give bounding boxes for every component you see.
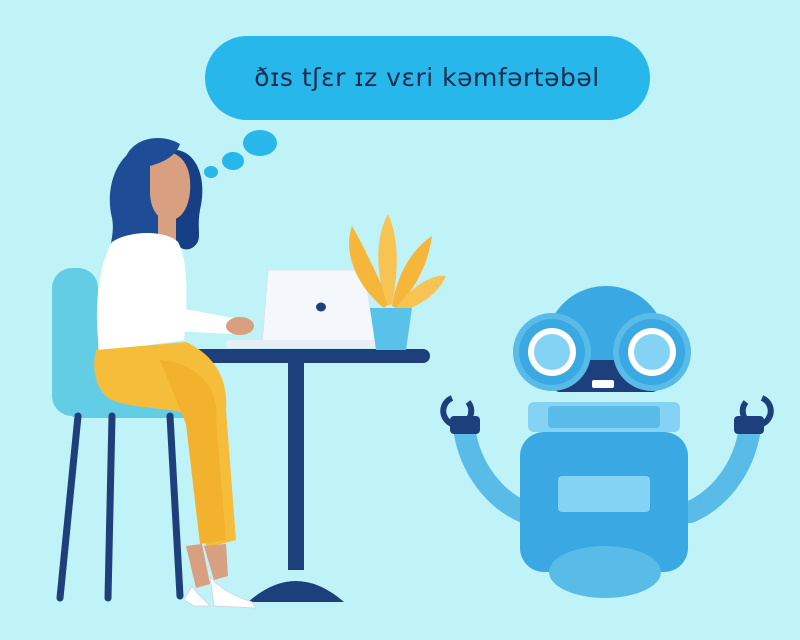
thought-dot-medium <box>222 152 244 170</box>
chair-leg <box>104 412 116 602</box>
plant-pot <box>370 308 412 350</box>
robot-chest-panel <box>558 476 650 512</box>
speech-bubble-text: ðɪs tʃɛr ɪz vɛri kəmfərtəbəl <box>254 62 600 92</box>
hand <box>226 317 254 335</box>
robot-right-pupil <box>634 334 670 370</box>
robot-base <box>549 546 661 598</box>
laptop-base <box>226 340 376 348</box>
table-stem <box>288 360 304 570</box>
robot-neck-band <box>548 406 660 428</box>
robot-left-pupil <box>534 334 570 370</box>
thought-dot-large <box>243 130 277 156</box>
thought-dot-small <box>204 166 218 178</box>
robot-mouth <box>592 380 614 388</box>
laptop-logo <box>316 302 326 312</box>
